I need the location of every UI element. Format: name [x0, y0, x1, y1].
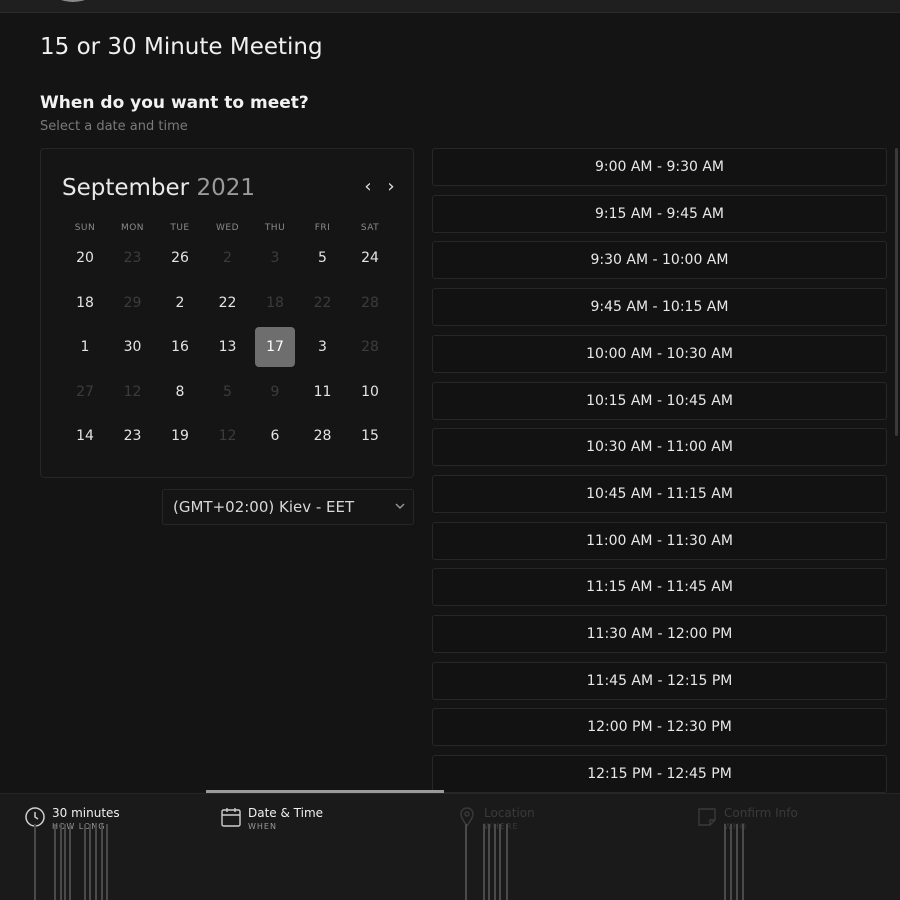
calendar-month: September [62, 175, 190, 201]
step-label: Date & Time [248, 806, 324, 820]
calendar-day[interactable]: 24 [350, 238, 390, 278]
calendar-day[interactable]: 26 [160, 238, 200, 278]
note-icon [698, 808, 716, 826]
weekday-label: WED [215, 223, 239, 233]
time-slot-button[interactable]: 11:15 AM - 11:45 AM [432, 568, 887, 607]
chevron-left-icon[interactable]: ‹ [359, 177, 377, 197]
calendar-day[interactable]: 22 [208, 283, 248, 323]
step-label: 30 minutes [52, 806, 120, 820]
timezone-select[interactable]: (GMT+02:00) Kiev - EET [162, 489, 414, 525]
calendar-day[interactable]: 20 [65, 238, 105, 278]
calendar-day[interactable]: 28 [303, 416, 343, 456]
calendar-day[interactable]: 1 [65, 327, 105, 367]
booking-steps-bar: 30 minutes HOW LONG Date & Time WHEN Loc… [0, 793, 900, 900]
calendar-day: 28 [361, 339, 379, 355]
time-slot-button[interactable]: 9:15 AM - 9:45 AM [432, 194, 887, 233]
calendar-day[interactable]: 14 [65, 416, 105, 456]
calendar-day: 27 [76, 384, 94, 400]
time-slot-button[interactable]: 12:00 PM - 12:30 PM [432, 708, 887, 747]
calendar-day[interactable]: 15 [350, 416, 390, 456]
calendar-day: 3 [270, 250, 280, 266]
time-slot-button[interactable]: 10:45 AM - 11:15 AM [432, 474, 887, 513]
calendar-day: 12 [123, 384, 142, 400]
calendar-day[interactable]: 18 [65, 283, 105, 323]
step-label: Location [484, 806, 535, 820]
section-heading: When do you want to meet? [40, 93, 309, 113]
calendar-day[interactable]: 8 [160, 372, 200, 412]
calendar-day[interactable]: 30 [113, 327, 153, 367]
calendar-day: 18 [266, 295, 284, 311]
calendar-day[interactable]: 6 [255, 416, 295, 456]
time-slot-button[interactable]: 11:45 AM - 12:15 PM [432, 661, 887, 700]
time-slot-button[interactable]: 10:30 AM - 11:00 AM [432, 428, 887, 467]
location-pin-icon [460, 807, 474, 828]
page-title: 15 or 30 Minute Meeting [40, 34, 323, 60]
time-slot-button[interactable]: 11:00 AM - 11:30 AM [432, 521, 887, 560]
calendar-day[interactable]: 3 [303, 327, 343, 367]
top-bar [0, 0, 900, 13]
calendar-day: 12 [218, 428, 237, 444]
calendar-day: 29 [123, 295, 142, 311]
time-slot-button[interactable]: 10:15 AM - 10:45 AM [432, 381, 887, 420]
calendar-day: 28 [361, 295, 379, 311]
chevron-right-icon[interactable]: › [382, 177, 400, 197]
calendar-day[interactable]: 11 [303, 372, 343, 412]
calendar-day: 2 [223, 250, 232, 266]
timezone-value: (GMT+02:00) Kiev - EET [173, 498, 355, 516]
time-slot-button[interactable]: 9:30 AM - 10:00 AM [432, 241, 887, 280]
calendar-day[interactable]: 19 [160, 416, 200, 456]
time-slot-list[interactable]: 9:00 AM - 9:30 AM 9:15 AM - 9:45 AM 9:30 A… [432, 148, 888, 793]
calendar-day: 5 [223, 384, 232, 400]
weekday-label: SUN [74, 223, 96, 233]
step-sublabel: WHEN [248, 822, 277, 831]
time-slot-button[interactable]: 12:15 PM - 12:45 PM [432, 755, 887, 793]
step-label: Confirm Info [724, 806, 798, 820]
calendar-year: 2021 [196, 175, 255, 201]
time-slot-button[interactable]: 9:45 AM - 10:15 AM [432, 288, 887, 327]
calendar-day[interactable]: 13 [208, 327, 248, 367]
section-subheading: Select a date and time [40, 119, 188, 134]
calendar-day[interactable]: 16 [160, 327, 200, 367]
scrollbar[interactable] [895, 148, 898, 436]
weekday-label: THU [264, 223, 286, 233]
calendar-day: 9 [270, 384, 280, 400]
calendar-day: 23 [123, 250, 142, 266]
weekday-label: TUE [170, 223, 190, 233]
chevron-down-icon [395, 503, 405, 509]
calendar-day[interactable]: 10 [350, 372, 390, 412]
weekday-label: SAT [360, 223, 380, 233]
calendar-month-title: September 2021 [62, 175, 255, 201]
time-slot-button[interactable]: 9:00 AM - 9:30 AM [432, 148, 887, 186]
weekday-label: FRI [314, 223, 331, 233]
calendar-day[interactable]: 5 [303, 238, 343, 278]
calendar-day-selected[interactable]: 17 [255, 327, 295, 367]
calendar-day: 22 [313, 295, 332, 311]
weekday-label: MON [120, 223, 145, 233]
calendar-day[interactable]: 23 [113, 416, 153, 456]
avatar[interactable] [50, 0, 96, 2]
calendar: September 2021 ‹ › SUN MON TUE WED THU FRI SAT… [40, 148, 414, 478]
time-slot-button[interactable]: 11:30 AM - 12:00 PM [432, 615, 887, 653]
calendar-icon [221, 808, 241, 827]
calendar-day[interactable]: 2 [160, 283, 200, 323]
time-slot-button[interactable]: 10:00 AM - 10:30 AM [432, 334, 887, 373]
